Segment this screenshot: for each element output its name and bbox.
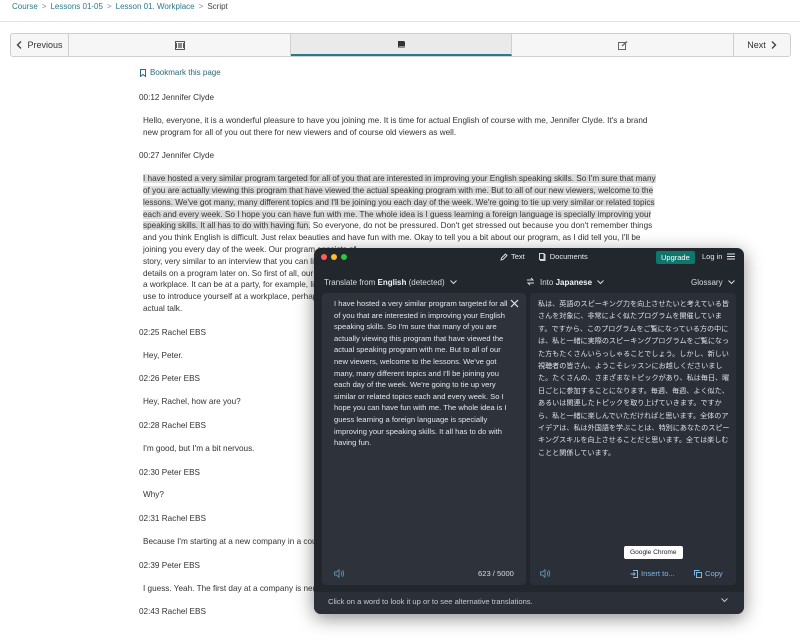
next-label: Next bbox=[747, 40, 766, 50]
pen-icon bbox=[500, 252, 508, 261]
chevron-down-icon bbox=[450, 280, 457, 285]
breadcrumb-separator: > bbox=[41, 2, 47, 11]
source-language-suffix: (detected) bbox=[406, 278, 445, 287]
source-language-prefix: Translate from bbox=[324, 278, 378, 287]
bookmark-label: Bookmark this page bbox=[150, 68, 221, 77]
transcript-text: details on a program later on. So first … bbox=[143, 268, 318, 278]
transcript-text: a workplace. It can be at a party, for e… bbox=[143, 280, 319, 290]
unit-navigation: Previous Next bbox=[10, 33, 791, 57]
speaker-icon[interactable] bbox=[334, 569, 345, 578]
glossary-label: Glossary bbox=[691, 278, 723, 287]
target-language-name: Japanese bbox=[555, 278, 593, 287]
film-icon bbox=[174, 40, 185, 50]
tab-documents-label: Documents bbox=[549, 252, 588, 261]
tab-text-label: Text bbox=[511, 252, 525, 261]
breadcrumb-lessons[interactable]: Lessons 01-05 bbox=[50, 2, 102, 11]
source-language-select[interactable]: Translate from English (detected) bbox=[324, 278, 457, 287]
tooltip: Google Chrome bbox=[624, 546, 683, 559]
hamburger-menu-icon[interactable] bbox=[727, 253, 735, 260]
transcript-timestamp: 00:12 Jennifer Clyde bbox=[139, 93, 215, 102]
copy-button[interactable]: Copy bbox=[694, 569, 723, 578]
chevron-left-icon bbox=[16, 41, 22, 49]
tab-text[interactable]: Text bbox=[500, 252, 525, 261]
document-icon bbox=[538, 252, 546, 261]
book-icon bbox=[397, 40, 405, 48]
transcript-paragraph: Hello, everyone, it is a wonderful pleas… bbox=[143, 115, 648, 137]
translator-window: Text Documents Upgrade Log in Translate … bbox=[314, 248, 744, 614]
bookmark-link[interactable]: Bookmark this page bbox=[140, 68, 221, 77]
previous-label: Previous bbox=[27, 40, 63, 50]
breadcrumb-current: Script bbox=[207, 2, 228, 11]
chevron-down-icon[interactable] bbox=[721, 598, 728, 603]
breadcrumb: Course > Lessons 01-05 > Lesson 01. Work… bbox=[12, 2, 228, 11]
next-button[interactable]: Next bbox=[734, 34, 790, 56]
source-language-name: English bbox=[377, 278, 407, 287]
insert-to-button[interactable]: Insert to... bbox=[630, 569, 675, 578]
source-textarea[interactable]: I have hosted a very similar program tar… bbox=[334, 298, 512, 449]
breadcrumb-separator: > bbox=[198, 2, 204, 11]
breadcrumb-course[interactable]: Course bbox=[12, 2, 38, 11]
transcript-text: story, very similar to an interview that… bbox=[143, 256, 319, 266]
previous-button[interactable]: Previous bbox=[11, 34, 69, 56]
transcript-text: use to introduce yourself at a workplace… bbox=[143, 292, 318, 302]
language-bar: Translate from English (detected) Into J… bbox=[314, 274, 744, 292]
hint-text: Click on a word to look it up or to see … bbox=[328, 597, 533, 606]
source-text-pane[interactable]: I have hosted a very similar program tar… bbox=[322, 293, 526, 585]
transcript-text: actual talk. bbox=[143, 303, 183, 313]
chevron-right-icon bbox=[771, 41, 777, 49]
maximize-window-button[interactable] bbox=[341, 254, 347, 260]
tab-video[interactable] bbox=[69, 34, 291, 56]
breadcrumb-lesson[interactable]: Lesson 01. Workplace bbox=[116, 2, 195, 11]
edit-icon bbox=[617, 40, 627, 50]
hint-bar: Click on a word to look it up or to see … bbox=[314, 592, 744, 614]
tab-script[interactable] bbox=[291, 34, 512, 56]
translator-tabs: Text Documents bbox=[500, 252, 588, 261]
transcript-timestamp: 00:27 Jennifer Clyde bbox=[139, 151, 215, 161]
speaker-icon[interactable] bbox=[540, 569, 551, 578]
tab-documents[interactable]: Documents bbox=[538, 252, 588, 261]
insert-to-label: Insert to... bbox=[641, 569, 675, 578]
tab-notes[interactable] bbox=[512, 34, 734, 56]
translator-titlebar: Text Documents Upgrade Log in bbox=[314, 248, 744, 266]
breadcrumb-separator: > bbox=[106, 2, 112, 11]
translation-pane: 私は、英語のスピーキング力を向上させたいと考えている皆さんを対象に、非常によく似… bbox=[530, 293, 736, 585]
chevron-down-icon bbox=[727, 280, 735, 285]
window-controls bbox=[321, 254, 347, 260]
character-count: 623 / 5000 bbox=[478, 569, 514, 578]
swap-languages-icon[interactable] bbox=[526, 277, 535, 286]
header-divider bbox=[0, 21, 800, 22]
clear-text-icon[interactable] bbox=[510, 299, 519, 308]
target-language-prefix: Into bbox=[540, 278, 556, 287]
copy-label: Copy bbox=[705, 569, 723, 578]
bookmark-icon bbox=[140, 68, 146, 77]
close-window-button[interactable] bbox=[321, 254, 327, 260]
glossary-button[interactable]: Glossary bbox=[691, 278, 735, 287]
upgrade-button[interactable]: Upgrade bbox=[656, 251, 695, 264]
login-button[interactable]: Log in bbox=[702, 252, 722, 261]
chevron-down-icon bbox=[597, 280, 605, 285]
insert-icon bbox=[630, 569, 638, 578]
target-language-select[interactable]: Into Japanese bbox=[540, 278, 605, 287]
minimize-window-button[interactable] bbox=[331, 254, 337, 260]
copy-icon bbox=[694, 569, 702, 578]
translation-output[interactable]: 私は、英語のスピーキング力を向上させたいと考えている皆さんを対象に、非常によく似… bbox=[538, 298, 730, 459]
